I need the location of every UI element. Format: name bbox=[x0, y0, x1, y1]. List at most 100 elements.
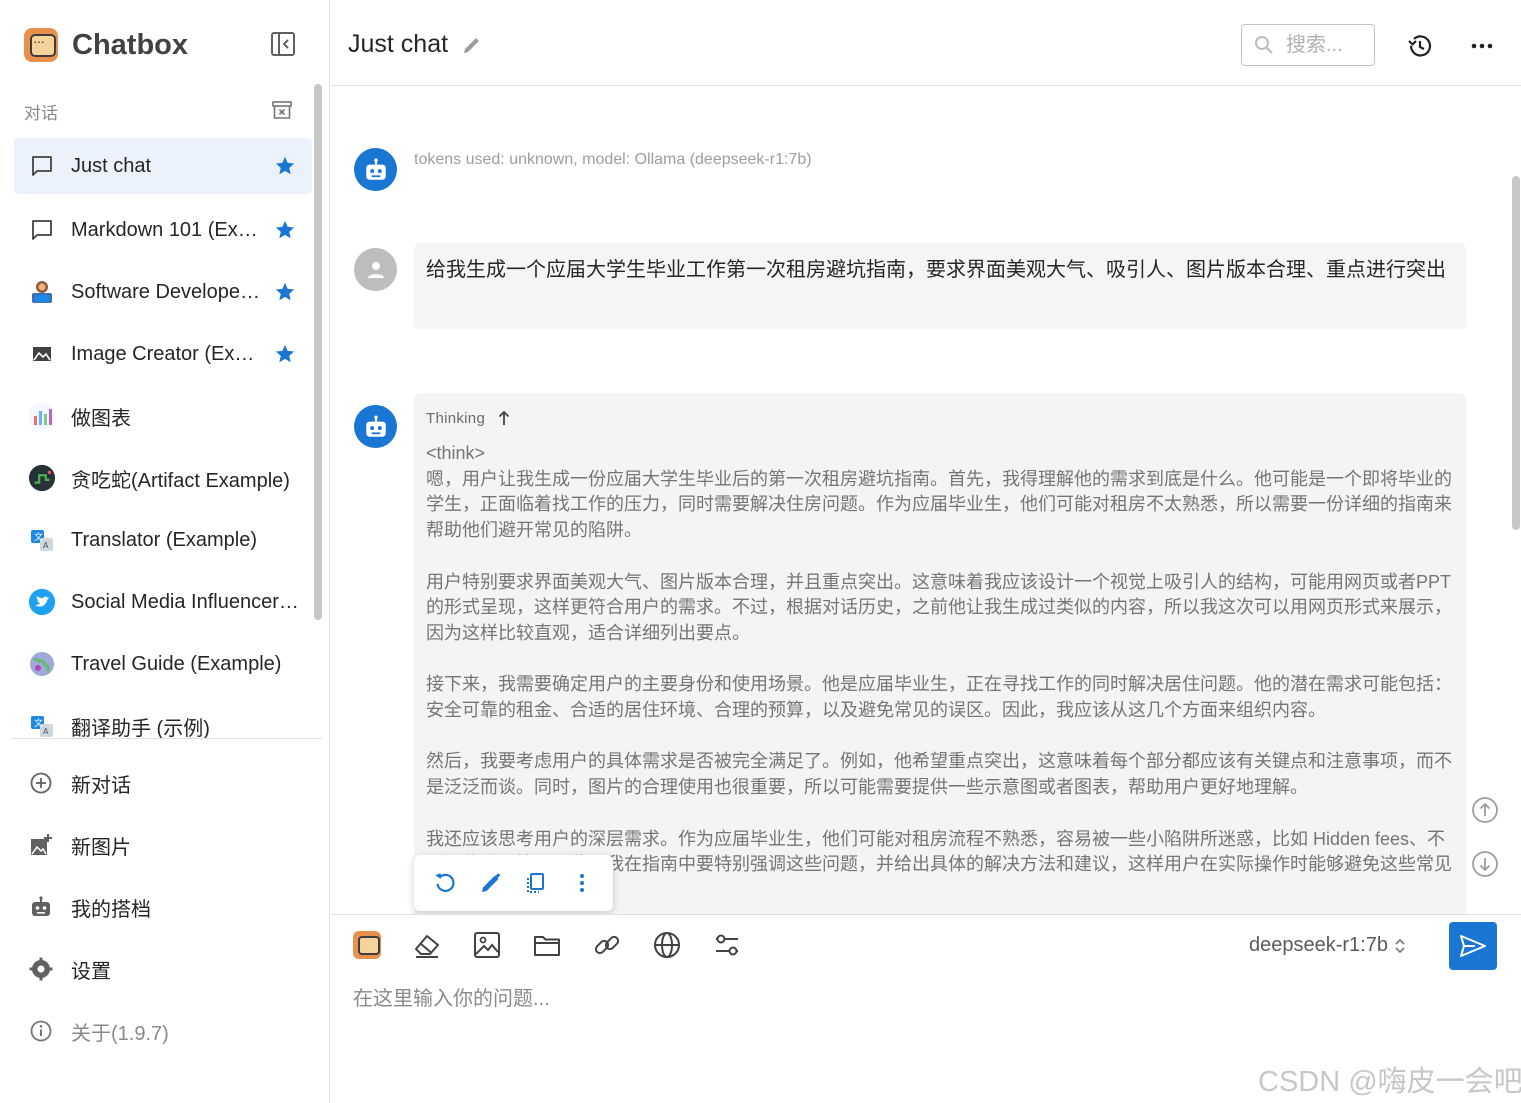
search-box[interactable] bbox=[1241, 24, 1375, 66]
eraser-icon bbox=[415, 935, 439, 958]
more-vertical-icon bbox=[580, 874, 585, 892]
new-image-label: 新图片 bbox=[71, 836, 131, 859]
sidebar-divider bbox=[12, 738, 322, 739]
bot-avatar bbox=[354, 148, 397, 191]
add-image-icon bbox=[28, 832, 54, 858]
star-icon[interactable] bbox=[274, 281, 296, 303]
conversation-label: Markdown 101 (Example) bbox=[71, 218, 261, 241]
sidebar-scrollbar[interactable] bbox=[314, 84, 322, 620]
arrow-up-icon[interactable] bbox=[495, 409, 513, 427]
pencil-icon bbox=[481, 873, 500, 892]
link-icon bbox=[594, 935, 620, 955]
add-circle-icon bbox=[28, 770, 54, 796]
search-icon bbox=[1255, 36, 1273, 54]
watermark: CSDN @嗨皮一会吧 bbox=[1258, 1066, 1521, 1098]
bot-avatar bbox=[354, 405, 397, 448]
thinking-label: Thinking bbox=[426, 409, 486, 427]
new-image-button[interactable]: 新图片 bbox=[28, 814, 318, 876]
message-more-button[interactable] bbox=[569, 870, 595, 896]
edit-message-button[interactable] bbox=[478, 870, 504, 896]
thinking-header[interactable]: Thinking bbox=[426, 407, 1454, 429]
bot-icon bbox=[28, 894, 54, 920]
clear-conversations-button[interactable] bbox=[271, 99, 293, 121]
chatbox-logo-icon bbox=[24, 28, 58, 62]
new-chat-label: 新对话 bbox=[71, 774, 131, 797]
edit-title-button[interactable] bbox=[461, 34, 483, 56]
settings-button[interactable]: 设置 bbox=[28, 938, 318, 1000]
about-button[interactable]: 关于(1.9.7) bbox=[28, 1000, 318, 1062]
gear-icon bbox=[28, 956, 54, 982]
brand: Chatbox bbox=[24, 26, 188, 64]
about-label: 关于(1.9.7) bbox=[71, 1022, 169, 1045]
conversation-item-snake-game[interactable]: 贪吃蛇(Artifact Example) bbox=[14, 448, 312, 508]
twitter-avatar-icon bbox=[28, 588, 56, 616]
clear-context-button[interactable] bbox=[411, 929, 443, 961]
globe-icon bbox=[654, 932, 680, 958]
svg-text:文: 文 bbox=[34, 717, 43, 729]
conversation-item-make-chart[interactable]: 做图表 bbox=[14, 386, 312, 446]
conversation-label: 贪吃蛇(Artifact Example) bbox=[71, 469, 290, 492]
conversation-label: 做图表 bbox=[71, 407, 131, 430]
arrow-circle-down-icon bbox=[1472, 851, 1498, 877]
user-message: 给我生成一个应届大学生毕业工作第一次租房避坑指南，要求界面美观大气、吸引人、图片… bbox=[414, 243, 1466, 329]
more-horizontal-icon bbox=[1471, 43, 1493, 49]
chat-bubble-icon bbox=[28, 216, 56, 244]
app-name: Chatbox bbox=[72, 28, 188, 61]
my-partners-label: 我的搭档 bbox=[71, 898, 151, 921]
star-icon[interactable] bbox=[274, 343, 296, 365]
star-icon[interactable] bbox=[274, 219, 296, 241]
conversation-item-image-creator[interactable]: Image Creator (Example) bbox=[14, 324, 312, 384]
conversation-label: Just chat bbox=[71, 154, 152, 177]
model-name: deepseek-r1:7b bbox=[1249, 934, 1388, 956]
chat-settings-button[interactable] bbox=[711, 929, 743, 961]
message-action-toolbar bbox=[414, 855, 613, 911]
scroll-to-bottom-button[interactable] bbox=[1471, 850, 1499, 878]
snake-game-avatar-icon bbox=[28, 464, 56, 492]
conversation-item-software-developer[interactable]: Software Developer (Example) bbox=[14, 262, 312, 322]
attach-link-button[interactable] bbox=[591, 929, 623, 961]
folder-icon bbox=[534, 936, 560, 956]
conversation-label: Image Creator (Example) bbox=[71, 342, 261, 365]
search-input[interactable] bbox=[1286, 33, 1372, 57]
send-button[interactable] bbox=[1449, 922, 1497, 970]
conversation-item-translate-assistant[interactable]: 文A 翻译助手 (示例) bbox=[14, 696, 312, 756]
scroll-to-top-button[interactable] bbox=[1471, 796, 1499, 824]
conversation-label: Translator (Example) bbox=[71, 528, 257, 551]
system-message-meta: tokens used: unknown, model: Ollama (dee… bbox=[414, 151, 812, 168]
conversation-item-markdown-101[interactable]: Markdown 101 (Example) bbox=[14, 200, 312, 260]
chat-bubble-icon bbox=[28, 152, 56, 180]
sidebar-actions: 新对话 新图片 我的搭档 设置 关于(1.9.7) bbox=[28, 752, 318, 1062]
svg-text:文: 文 bbox=[34, 531, 43, 543]
conversations-section-label: 对话 bbox=[24, 104, 58, 123]
chatbox-logo-icon bbox=[353, 931, 381, 959]
attach-file-button[interactable] bbox=[531, 929, 563, 961]
model-selector[interactable]: deepseek-r1:7b bbox=[1249, 934, 1408, 957]
conversation-label: 翻译助手 (示例) bbox=[71, 717, 210, 740]
conversation-item-travel-guide[interactable]: Travel Guide (Example) bbox=[14, 634, 312, 694]
new-chat-button[interactable]: 新对话 bbox=[28, 752, 318, 814]
translate-avatar-icon: 文A bbox=[28, 526, 56, 554]
sliders-icon bbox=[716, 934, 738, 956]
more-options-button[interactable] bbox=[1467, 31, 1497, 61]
attach-image-button[interactable] bbox=[471, 929, 503, 961]
web-search-button[interactable] bbox=[651, 929, 683, 961]
arrow-circle-up-icon bbox=[1472, 797, 1498, 823]
conversation-label: Travel Guide (Example) bbox=[71, 652, 282, 675]
conversation-item-social-media[interactable]: Social Media Influencer (Example) bbox=[14, 572, 312, 632]
conversation-item-translator[interactable]: 文A Translator (Example) bbox=[14, 510, 312, 570]
persona-button[interactable] bbox=[351, 929, 383, 961]
settings-label: 设置 bbox=[71, 960, 111, 983]
send-icon bbox=[1460, 935, 1486, 957]
svg-text:A: A bbox=[43, 727, 49, 736]
history-icon bbox=[1408, 35, 1432, 57]
my-partners-button[interactable]: 我的搭档 bbox=[28, 876, 318, 938]
collapse-sidebar-button[interactable] bbox=[270, 31, 296, 57]
image-icon bbox=[474, 932, 500, 958]
star-icon[interactable] bbox=[274, 155, 296, 177]
copy-message-button[interactable] bbox=[523, 870, 549, 896]
history-button[interactable] bbox=[1405, 31, 1435, 61]
messages-scrollbar[interactable] bbox=[1512, 176, 1520, 530]
conversation-item-just-chat[interactable]: Just chat bbox=[14, 138, 312, 194]
thinking-content: <think> 嗯，用户让我生成一份应届大学生毕业后的第一次租房避坑指南。首先，… bbox=[426, 443, 1452, 900]
regenerate-button[interactable] bbox=[432, 870, 458, 896]
